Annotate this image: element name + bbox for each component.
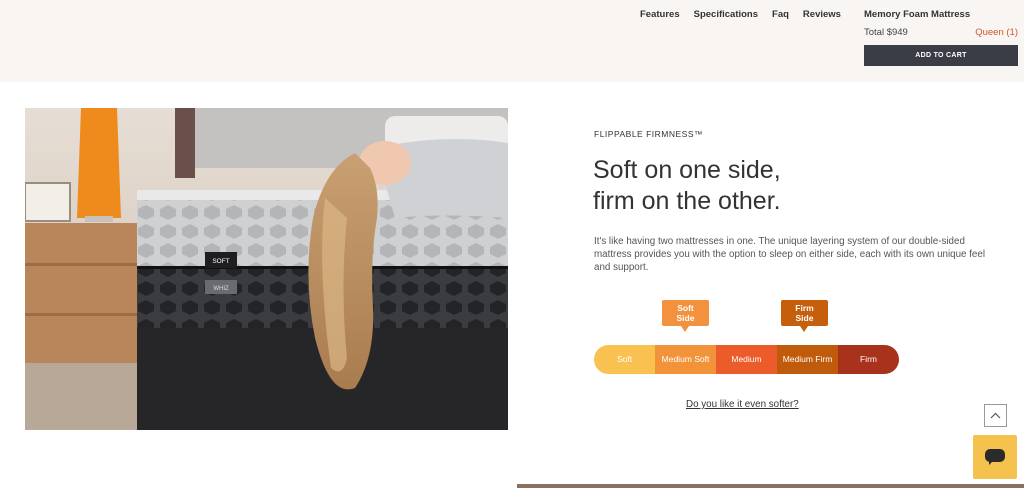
- firm-side-marker: Firm Side: [781, 300, 828, 332]
- header-bar: Features Specifications Faq Reviews Memo…: [0, 0, 1024, 82]
- scale-medium: Medium: [716, 345, 777, 374]
- headline-line-1: Soft on one side,: [593, 156, 781, 184]
- scale-firm: Firm: [838, 345, 899, 374]
- scale-soft: Soft: [594, 345, 655, 374]
- scroll-to-top-button[interactable]: [984, 404, 1007, 427]
- price-row: Total $949 Queen (1): [864, 27, 1018, 38]
- chevron-up-icon: [990, 412, 1001, 419]
- nav-reviews[interactable]: Reviews: [803, 9, 841, 20]
- section-headline: Soft on one side, firm on the other.: [593, 155, 973, 217]
- product-summary: Memory Foam Mattress Total $949 Queen (1…: [864, 9, 1018, 66]
- headline-line-2: firm on the other.: [593, 187, 781, 215]
- softer-option-link[interactable]: Do you like it even softer?: [686, 399, 799, 410]
- nav-specifications[interactable]: Specifications: [694, 9, 758, 20]
- mattress-label-brand: WHIZ: [213, 286, 229, 292]
- chat-bubble-icon: [985, 449, 1005, 465]
- mattress-illustration: SOFT WHIZ: [25, 108, 508, 430]
- mattress-label-soft: SOFT: [212, 258, 229, 265]
- scale-medium-soft: Medium Soft: [655, 345, 716, 374]
- section-eyebrow: FLIPPABLE FIRMNESS™: [594, 129, 704, 139]
- add-to-cart-button[interactable]: ADD TO CART: [864, 45, 1018, 66]
- chat-button[interactable]: [973, 435, 1017, 479]
- product-name: Memory Foam Mattress: [864, 9, 971, 20]
- nav-features[interactable]: Features: [640, 9, 680, 20]
- firm-side-word: Firm: [795, 302, 814, 313]
- firmness-scale: Soft Medium Soft Medium Medium Firm Firm: [594, 345, 899, 374]
- total-price: Total $949: [864, 27, 908, 38]
- soft-side-word-2: Side: [676, 313, 695, 323]
- section-nav: Features Specifications Faq Reviews: [640, 9, 855, 20]
- soft-side-word: Soft: [677, 302, 694, 313]
- soft-side-marker: Soft Side: [662, 300, 709, 332]
- next-section-image-edge: [517, 484, 1024, 488]
- mattress-hero-image: SOFT WHIZ: [25, 108, 508, 430]
- variant-selector[interactable]: Queen (1): [975, 27, 1018, 38]
- scale-medium-firm: Medium Firm: [777, 345, 838, 374]
- firm-side-word-2: Side: [795, 313, 814, 323]
- section-description: It's like having two mattresses in one. …: [594, 236, 986, 273]
- nav-faq[interactable]: Faq: [772, 9, 789, 20]
